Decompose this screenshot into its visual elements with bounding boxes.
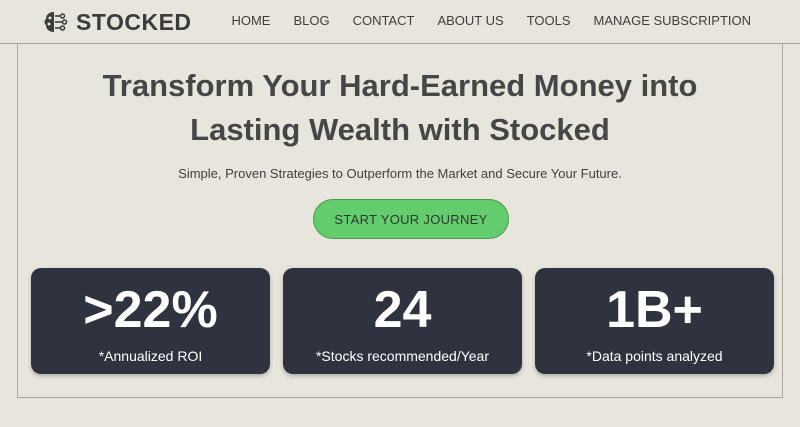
hero-headline: Transform Your Hard-Earned Money into La… (0, 64, 800, 152)
nav-contact[interactable]: CONTACT (353, 13, 415, 28)
stat-value: 24 (373, 281, 432, 339)
nav-about-us[interactable]: ABOUT US (437, 13, 503, 28)
headline-line-1: Transform Your Hard-Earned Money into (102, 68, 698, 103)
site-header: STOCKED HOME BLOG CONTACT ABOUT US TOOLS… (0, 0, 800, 44)
nav-manage-subscription[interactable]: MANAGE SUBSCRIPTION (594, 13, 751, 28)
nav-blog[interactable]: BLOG (293, 13, 329, 28)
headline-line-2: Lasting Wealth with Stocked (190, 112, 610, 147)
stat-value: 1B+ (606, 281, 703, 339)
stat-label: *Data points analyzed (586, 348, 723, 364)
brand-name: STOCKED (76, 8, 192, 35)
stat-label: *Stocks recommended/Year (315, 348, 490, 364)
nav-tools[interactable]: TOOLS (527, 13, 571, 28)
stat-label: *Annualized ROI (98, 348, 203, 364)
main-nav: HOME BLOG CONTACT ABOUT US TOOLS MANAGE … (231, 13, 751, 28)
hero-subheading: Simple, Proven Strategies to Outperform … (178, 166, 622, 181)
stat-card-roi: >22% *Annualized ROI (31, 268, 270, 374)
nav-home[interactable]: HOME (231, 13, 270, 28)
brain-circuit-icon (42, 9, 68, 35)
stat-card-stocks: 24 *Stocks recommended/Year (283, 268, 522, 374)
stat-value: >22% (83, 281, 218, 339)
start-journey-button[interactable]: START YOUR JOURNEY (313, 199, 509, 239)
brand-logo[interactable]: STOCKED (42, 8, 192, 36)
stat-card-data-points: 1B+ *Data points analyzed (535, 268, 774, 374)
